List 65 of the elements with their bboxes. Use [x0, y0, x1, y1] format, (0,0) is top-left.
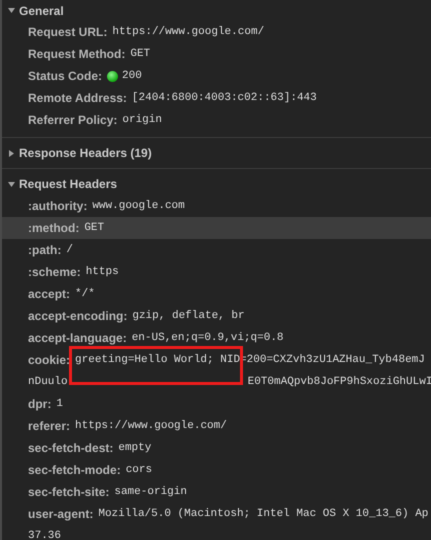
header-name: dpr: [28, 397, 52, 411]
header-name: :authority: [28, 199, 88, 213]
header-name: accept: [28, 287, 70, 301]
header-row[interactable]: sec-fetch-site: same-origin [2, 481, 431, 503]
header-row[interactable]: :scheme: https [2, 261, 431, 283]
header-value: / [66, 244, 73, 256]
header-name: Referrer Policy: [28, 113, 118, 127]
header-row[interactable]: accept-language: en-US,en;q=0.9,vi;q=0.8 [2, 327, 431, 349]
header-name: referer: [28, 419, 70, 433]
header-row[interactable]: Referrer Policy: origin [2, 109, 431, 131]
header-row[interactable]: dpr: 1 [2, 393, 431, 415]
header-row[interactable]: sec-fetch-mode: cors [2, 459, 431, 481]
header-value-continuation: nDuulo [28, 376, 68, 388]
header-row[interactable]: user-agent: Mozilla/5.0 (Macintosh; Intel Mac OS X 10_13_6) Ap [2, 503, 431, 525]
header-value: 1 [56, 398, 63, 410]
header-row[interactable]: accept: */* [2, 283, 431, 305]
header-value: https://www.google.com/ [112, 26, 264, 38]
header-value: [2404:6800:4003:c02::63]:443 [132, 92, 317, 104]
header-row[interactable]: Request URL: https://www.google.com/ [2, 21, 431, 43]
header-value: en-US,en;q=0.9,vi;q=0.8 [132, 332, 284, 344]
header-name: :path: [28, 243, 62, 257]
header-row[interactable]: :path: / [2, 239, 431, 261]
header-row[interactable]: :authority: www.google.com [2, 195, 431, 217]
header-row[interactable]: sec-fetch-dest: empty [2, 437, 431, 459]
header-name: sec-fetch-dest: [28, 441, 114, 455]
header-row[interactable]: accept-encoding: gzip, deflate, br [2, 305, 431, 327]
header-value: gzip, deflate, br [132, 310, 245, 322]
header-row[interactable]: Remote Address: [2404:6800:4003:c02::63]:443 [2, 87, 431, 109]
disclosure-triangle-icon [8, 180, 15, 188]
header-name: sec-fetch-mode: [28, 463, 121, 477]
header-name: accept-encoding: [28, 309, 128, 323]
header-row[interactable]: Request Method: GET [2, 43, 431, 65]
header-value: Mozilla/5.0 (Macintosh; Intel Mac OS X 10_13_6) Ap [98, 508, 428, 520]
header-value: cors [126, 464, 152, 476]
header-name: user-agent: [28, 507, 94, 521]
header-name: accept-language: [28, 331, 127, 345]
header-row[interactable]: referer: https://www.google.com/ [2, 415, 431, 437]
header-value: www.google.com [92, 200, 185, 212]
header-name: Request Method: [28, 47, 126, 61]
header-value: origin [122, 114, 162, 126]
status-dot-icon [107, 70, 118, 82]
header-name: Remote Address: [28, 91, 127, 105]
header-value: GET [130, 48, 150, 60]
header-name: sec-fetch-site: [28, 485, 110, 499]
section-header[interactable]: Request Headers [2, 173, 431, 195]
header-value-continuation: 37.36 [28, 530, 62, 540]
header-value: */* [75, 288, 95, 300]
header-name: Status Code: [28, 69, 102, 83]
selected-header-row[interactable]: :method: GET [2, 217, 431, 239]
header-name: Request URL: [28, 25, 108, 39]
header-value: https://www.google.com/ [75, 420, 227, 432]
header-value: GET [84, 222, 104, 234]
header-name: :method: [28, 221, 80, 235]
header-row[interactable]: Status Code: 200 [2, 65, 431, 87]
section-header[interactable]: General [2, 0, 431, 21]
header-name: :scheme: [28, 265, 81, 279]
header-value: 200 [122, 70, 142, 82]
disclosure-triangle-icon [8, 150, 15, 156]
header-value: same-origin [114, 486, 187, 498]
section-header[interactable]: Response Headers (19) [2, 142, 431, 164]
header-name: cookie: [28, 353, 70, 367]
header-value-continuation: E0T0mAQpvb8JoFP9hSxoziGhULwI [248, 376, 431, 388]
disclosure-triangle-icon [8, 7, 15, 14]
header-value: https [86, 266, 119, 278]
header-value: empty [118, 442, 152, 454]
